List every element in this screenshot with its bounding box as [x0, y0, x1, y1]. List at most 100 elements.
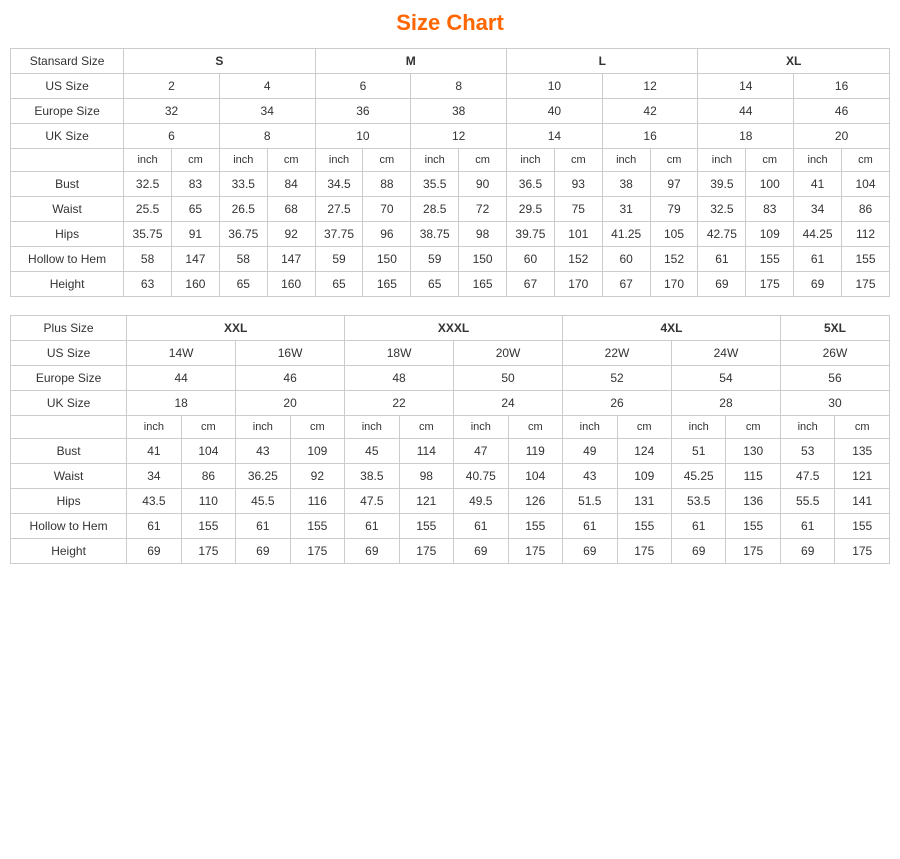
table-cell: 98: [399, 464, 453, 489]
size-s: S: [124, 49, 315, 74]
standard-label: Stansard Size: [11, 49, 124, 74]
uk-20: 20: [794, 124, 890, 149]
unit-cm: cm: [842, 149, 890, 172]
table-cell: 33.5: [219, 172, 267, 197]
table-cell: 155: [842, 247, 890, 272]
plus-us-24w: 24W: [671, 341, 780, 366]
table-cell: 26.5: [219, 197, 267, 222]
table-cell: 147: [172, 247, 220, 272]
us-4: 4: [219, 74, 315, 99]
row-label: Hips: [11, 222, 124, 247]
table-cell: 115: [726, 464, 780, 489]
table-cell: 41.25: [602, 222, 650, 247]
row-label: Height: [11, 272, 124, 297]
table-cell: 104: [508, 464, 562, 489]
table-cell: 170: [554, 272, 602, 297]
table-cell: 75: [554, 197, 602, 222]
unit-cm: cm: [459, 149, 507, 172]
table-cell: 61: [794, 247, 842, 272]
eu-36: 36: [315, 99, 411, 124]
table-cell: 88: [363, 172, 411, 197]
table-cell: 36.75: [219, 222, 267, 247]
table-cell: 38.75: [411, 222, 459, 247]
table-cell: 165: [459, 272, 507, 297]
unit-inch: inch: [698, 149, 746, 172]
table-cell: 61: [236, 514, 290, 539]
plus-uk-26: 26: [563, 391, 672, 416]
table-cell: 65: [315, 272, 363, 297]
table-cell: 109: [746, 222, 794, 247]
table-cell: 121: [835, 464, 890, 489]
size-l: L: [507, 49, 698, 74]
plus-size-chart: Plus Size XXL XXXL 4XL 5XL US Size 14W 1…: [10, 315, 890, 564]
table-cell: 175: [842, 272, 890, 297]
row-label: Bust: [11, 439, 127, 464]
table-cell: 98: [459, 222, 507, 247]
unit-cm: cm: [554, 149, 602, 172]
table-cell: 155: [746, 247, 794, 272]
size-4xl: 4XL: [563, 316, 781, 341]
table-cell: 58: [124, 247, 172, 272]
table-cell: 43: [563, 464, 617, 489]
table-cell: 55.5: [780, 489, 834, 514]
table-cell: 83: [172, 172, 220, 197]
eu-44: 44: [698, 99, 794, 124]
unit-inch: inch: [780, 416, 834, 439]
table-cell: 141: [835, 489, 890, 514]
table-cell: 104: [181, 439, 235, 464]
plus-eu-48: 48: [345, 366, 454, 391]
plus-us-20w: 20W: [454, 341, 563, 366]
unit-cm: cm: [726, 416, 780, 439]
table-cell: 36.5: [507, 172, 555, 197]
table-cell: 36.25: [236, 464, 290, 489]
unit-cm: cm: [181, 416, 235, 439]
table-cell: 170: [650, 272, 698, 297]
table-cell: 155: [399, 514, 453, 539]
table-cell: 49.5: [454, 489, 508, 514]
plus-uk-20: 20: [236, 391, 345, 416]
table-cell: 124: [617, 439, 671, 464]
eu-42: 42: [602, 99, 698, 124]
table-cell: 104: [842, 172, 890, 197]
plus-us-18w: 18W: [345, 341, 454, 366]
table-cell: 69: [794, 272, 842, 297]
table-cell: 32.5: [124, 172, 172, 197]
table-cell: 65: [172, 197, 220, 222]
table-cell: 112: [842, 222, 890, 247]
table-cell: 58: [219, 247, 267, 272]
uk-8: 8: [219, 124, 315, 149]
plus-eu-46: 46: [236, 366, 345, 391]
table-cell: 93: [554, 172, 602, 197]
unit-inch: inch: [671, 416, 725, 439]
table-cell: 105: [650, 222, 698, 247]
table-cell: 61: [563, 514, 617, 539]
row-label: Hips: [11, 489, 127, 514]
table-cell: 35.5: [411, 172, 459, 197]
eu-40: 40: [507, 99, 603, 124]
unit-cm: cm: [290, 416, 344, 439]
table-cell: 41: [794, 172, 842, 197]
plus-label: Plus Size: [11, 316, 127, 341]
plus-eu-56: 56: [780, 366, 889, 391]
table-cell: 72: [459, 197, 507, 222]
plus-us-16w: 16W: [236, 341, 345, 366]
plus-us-size-label: US Size: [11, 341, 127, 366]
unit-cm: cm: [267, 149, 315, 172]
table-cell: 59: [411, 247, 459, 272]
table-cell: 147: [267, 247, 315, 272]
us-size-label: US Size: [11, 74, 124, 99]
table-cell: 116: [290, 489, 344, 514]
table-cell: 27.5: [315, 197, 363, 222]
table-cell: 160: [267, 272, 315, 297]
table-cell: 86: [842, 197, 890, 222]
table-cell: 69: [345, 539, 399, 564]
unit-cm: cm: [746, 149, 794, 172]
plus-uk-30: 30: [780, 391, 889, 416]
table-cell: 61: [454, 514, 508, 539]
us-12: 12: [602, 74, 698, 99]
eu-46: 46: [794, 99, 890, 124]
table-cell: 45.5: [236, 489, 290, 514]
table-cell: 126: [508, 489, 562, 514]
table-cell: 86: [181, 464, 235, 489]
table-cell: 67: [507, 272, 555, 297]
